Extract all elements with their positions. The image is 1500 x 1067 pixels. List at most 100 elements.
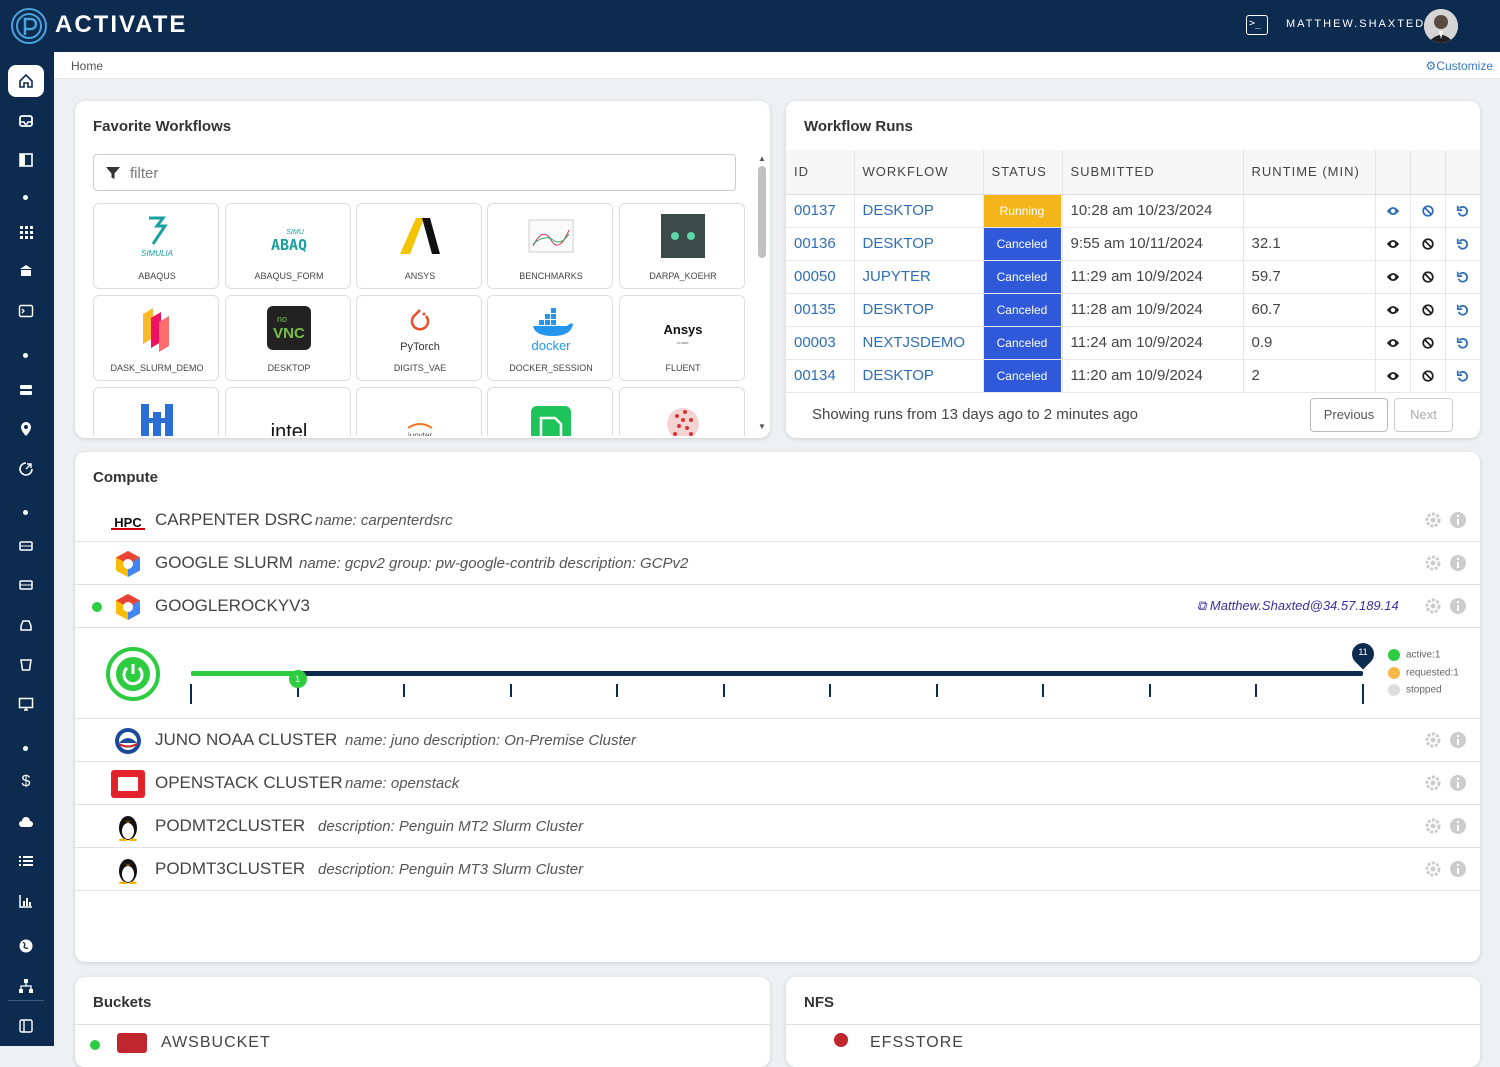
workflow-tile-row3-2[interactable]: intel (225, 387, 351, 436)
info-icon[interactable] (1449, 731, 1467, 749)
sidebar-item-panel[interactable] (8, 144, 44, 174)
info-icon[interactable] (1449, 860, 1467, 878)
table-row[interactable]: 00137 DESKTOP Running 10:28 am 10/23/2024 (786, 194, 1480, 228)
sidebar-item-drive-2[interactable] (8, 569, 44, 599)
cluster-row-carpenter-dsrc[interactable]: HPC CARPENTER DSRC name: carpenterdsrc (75, 499, 1480, 542)
cluster-ssh-user-link[interactable]: ⧉ Matthew.Shaxted@34.57.189.14 (1197, 598, 1399, 614)
run-id-link[interactable]: 00134 (786, 359, 855, 393)
node-slider-active-handle[interactable]: 1 (288, 670, 307, 688)
column-header-id[interactable]: ID (786, 150, 855, 195)
cancel-run-button[interactable] (1410, 227, 1446, 261)
gear-icon[interactable] (1424, 731, 1442, 749)
cancel-run-button[interactable] (1410, 260, 1446, 294)
scroll-down-icon[interactable]: ▼ (757, 422, 767, 431)
cancel-run-button[interactable] (1410, 194, 1446, 228)
sidebar-item-locations[interactable] (8, 413, 44, 443)
gear-icon[interactable] (1424, 774, 1442, 792)
cancel-run-button[interactable] (1410, 359, 1446, 393)
info-icon[interactable] (1449, 817, 1467, 835)
cluster-row-podmt3[interactable]: PODMT3CLUSTER description: Penguin MT3 S… (75, 848, 1480, 891)
workflow-tile-ansys[interactable]: ANSYS (356, 203, 482, 289)
sidebar-item-cloud[interactable] (8, 806, 44, 836)
run-id-link[interactable]: 00136 (786, 227, 855, 261)
run-workflow-link[interactable]: DESKTOP (854, 359, 984, 393)
rerun-button[interactable] (1445, 260, 1480, 294)
run-workflow-link[interactable]: DESKTOP (854, 227, 984, 261)
scroll-up-icon[interactable]: ▲ (757, 154, 767, 163)
table-row[interactable]: 00135 DESKTOP Canceled 11:28 am 10/9/2024 60… (786, 293, 1480, 327)
sidebar-item-apps[interactable] (8, 216, 44, 246)
sidebar-item-drive-1[interactable] (8, 530, 44, 560)
workflow-tile-digits-vae[interactable]: PyTorch DIGITS_VAE (356, 295, 482, 381)
sidebar-item-marketplace[interactable] (8, 255, 44, 285)
rerun-button[interactable] (1445, 359, 1480, 393)
table-row[interactable]: 00134 DESKTOP Canceled 11:20 am 10/9/2024 2 (786, 359, 1480, 393)
rerun-button[interactable] (1445, 227, 1480, 261)
workflow-tile-benchmarks[interactable]: BENCHMARKS (487, 203, 613, 289)
workflow-tile-row3-3[interactable]: jupyter (356, 387, 482, 436)
rerun-button[interactable] (1445, 293, 1480, 327)
username[interactable]: MATTHEW.SHAXTED (1286, 18, 1425, 30)
filter-input[interactable]: filter (93, 154, 736, 191)
view-run-button[interactable] (1375, 227, 1411, 261)
workflow-tile-row3-1[interactable] (93, 387, 219, 436)
workflow-grid-scrollbar[interactable]: ▲ ▼ (757, 154, 767, 434)
column-header-runtime[interactable]: RUNTIME (MIN) (1243, 150, 1376, 195)
view-run-button[interactable] (1375, 326, 1411, 360)
gear-icon[interactable] (1424, 554, 1442, 572)
customize-link[interactable]: ⚙Customize (1426, 59, 1493, 73)
view-run-button[interactable] (1375, 260, 1411, 294)
scrollbar-thumb[interactable] (758, 166, 766, 258)
workflow-tile-row3-4[interactable] (487, 387, 613, 436)
activate-logo-icon[interactable] (10, 7, 48, 45)
gear-icon[interactable] (1424, 860, 1442, 878)
table-row[interactable]: 00003 NEXTJSDEMO Canceled 11:24 am 10/9/202… (786, 326, 1480, 360)
rerun-button[interactable] (1445, 194, 1480, 228)
workflow-tile-row3-5[interactable] (619, 387, 745, 436)
gear-icon[interactable] (1424, 817, 1442, 835)
sidebar-collapse-button[interactable] (8, 1010, 44, 1040)
workflow-tile-darpa-koehr[interactable]: DARPA_KOEHR (619, 203, 745, 289)
column-header-status[interactable]: STATUS (983, 150, 1063, 195)
sidebar-item-desktop[interactable] (8, 688, 44, 718)
view-run-button[interactable] (1375, 194, 1411, 228)
run-id-link[interactable]: 00137 (786, 194, 855, 228)
table-row[interactable]: 00136 DESKTOP Canceled 9:55 am 10/11/2024 32… (786, 227, 1480, 261)
cluster-row-openstack[interactable]: OPENSTACK CLUSTER name: openstack (75, 762, 1480, 805)
run-workflow-link[interactable]: JUPYTER (854, 260, 984, 294)
sidebar-item-disk[interactable] (8, 609, 44, 639)
bucket-name[interactable]: AWSBUCKET (161, 1034, 271, 1052)
avatar[interactable] (1424, 9, 1458, 43)
sidebar-item-globe[interactable] (8, 930, 44, 960)
previous-button[interactable]: Previous (1310, 398, 1388, 432)
info-icon[interactable] (1449, 511, 1467, 529)
workflow-tile-abaqus[interactable]: SIMULIA ABAQUS (93, 203, 219, 289)
sidebar-item-billing[interactable]: $ (8, 766, 44, 796)
workflow-tile-docker-session[interactable]: docker DOCKER_SESSION (487, 295, 613, 381)
run-id-link[interactable]: 00050 (786, 260, 855, 294)
run-id-link[interactable]: 00003 (786, 326, 855, 360)
gear-icon[interactable] (1424, 511, 1442, 529)
nfs-name[interactable]: EFSSTORE (870, 1034, 964, 1052)
column-header-workflow[interactable]: WORKFLOW (854, 150, 984, 195)
rerun-button[interactable] (1445, 326, 1480, 360)
info-icon[interactable] (1449, 774, 1467, 792)
terminal-icon[interactable]: >_ (1246, 15, 1268, 35)
info-icon[interactable] (1449, 554, 1467, 572)
gear-icon[interactable] (1424, 597, 1442, 615)
cluster-row-juno-noaa[interactable]: JUNO NOAA CLUSTER name: juno description… (75, 719, 1480, 762)
run-workflow-link[interactable]: DESKTOP (854, 293, 984, 327)
next-button[interactable]: Next (1394, 398, 1453, 432)
sidebar-item-buckets[interactable] (8, 648, 44, 678)
cluster-row-podmt2[interactable]: PODMT2CLUSTER description: Penguin MT2 S… (75, 805, 1480, 848)
power-button-icon[interactable] (105, 646, 161, 702)
cancel-run-button[interactable] (1410, 293, 1446, 327)
workflow-tile-dask-slurm-demo[interactable]: DASK_SLURM_DEMO (93, 295, 219, 381)
sidebar-item-reports[interactable] (8, 885, 44, 915)
cancel-run-button[interactable] (1410, 326, 1446, 360)
workflow-tile-fluent[interactable]: Ansys FLUENT FLUENT (619, 295, 745, 381)
cluster-row-googlerockyv3[interactable]: GOOGLEROCKYV3 ⧉ Matthew.Shaxted@34.57.18… (75, 585, 1480, 628)
workflow-tile-abaqus-form[interactable]: SIMU ABAQ ABAQUS_FORM (225, 203, 351, 289)
table-row[interactable]: 00050 JUPYTER Canceled 11:29 am 10/9/2024 59… (786, 260, 1480, 294)
run-workflow-link[interactable]: DESKTOP (854, 194, 984, 228)
